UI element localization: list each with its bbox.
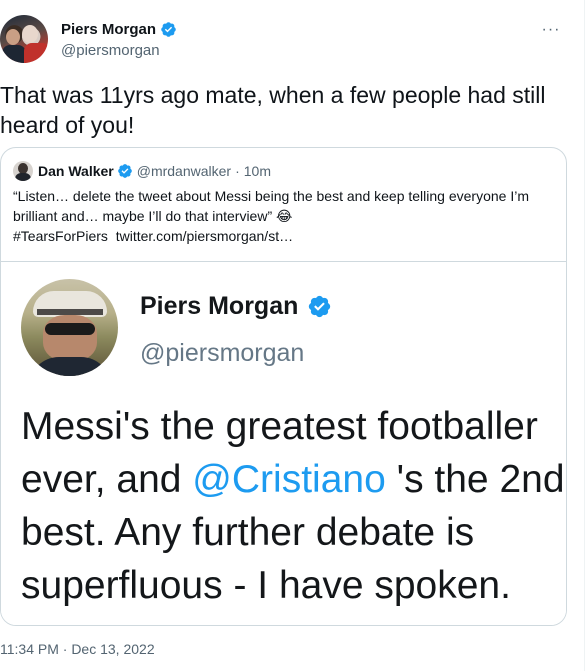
quoted-media-image[interactable]: Piers Morgan @piersmorgan Messi's the gr… xyxy=(1,261,566,625)
author-avatar[interactable] xyxy=(0,15,48,63)
tweet: Piers Morgan @piersmorgan ··· That was 1… xyxy=(0,0,585,671)
quoted-link[interactable]: twitter.com/piersmorgan/st… xyxy=(116,228,293,244)
tweet-text: That was 11yrs ago mate, when a few peop… xyxy=(0,82,546,138)
tweet-header: Piers Morgan @piersmorgan ··· xyxy=(0,12,585,64)
media-author-avatar xyxy=(21,279,118,376)
author-name[interactable]: Piers Morgan xyxy=(61,21,156,38)
media-tweet-text: Messi's the greatest footballer ever, an… xyxy=(21,400,566,612)
author-name-row: Piers Morgan xyxy=(61,21,177,38)
quoted-tweet-header: Dan Walker @mrdanwalker · 10m xyxy=(13,161,271,181)
quoted-author-name: Dan Walker xyxy=(38,163,114,179)
author-handle[interactable]: @piersmorgan xyxy=(61,42,160,59)
quoted-text-body: “Listen… delete the tweet about Messi be… xyxy=(13,188,529,224)
more-dots-icon[interactable]: ··· xyxy=(539,18,563,42)
verified-badge-icon xyxy=(161,22,176,37)
timestamp-link[interactable]: 11:34 PM · Dec 13, 2022 xyxy=(0,641,155,657)
quoted-tweet-text: “Listen… delete the tweet about Messi be… xyxy=(13,186,553,246)
quoted-tweet[interactable]: Dan Walker @mrdanwalker · 10m “Listen… d… xyxy=(0,147,567,626)
verified-badge-icon xyxy=(309,295,331,318)
media-mention: @Cristiano xyxy=(192,458,386,501)
media-name-row: Piers Morgan xyxy=(140,292,332,321)
quoted-author-handle: @mrdanwalker xyxy=(136,163,232,179)
quoted-hashtag[interactable]: #TearsForPiers xyxy=(13,228,108,244)
verified-badge-icon xyxy=(117,164,132,178)
media-author-handle: @piersmorgan xyxy=(140,339,305,367)
media-author-name: Piers Morgan xyxy=(140,292,299,320)
quoted-separator: · xyxy=(235,163,240,179)
quoted-author-avatar xyxy=(13,161,33,181)
quoted-time: 10m xyxy=(243,163,271,179)
tweet-timestamp: 11:34 PM · Dec 13, 2022 xyxy=(0,641,155,657)
